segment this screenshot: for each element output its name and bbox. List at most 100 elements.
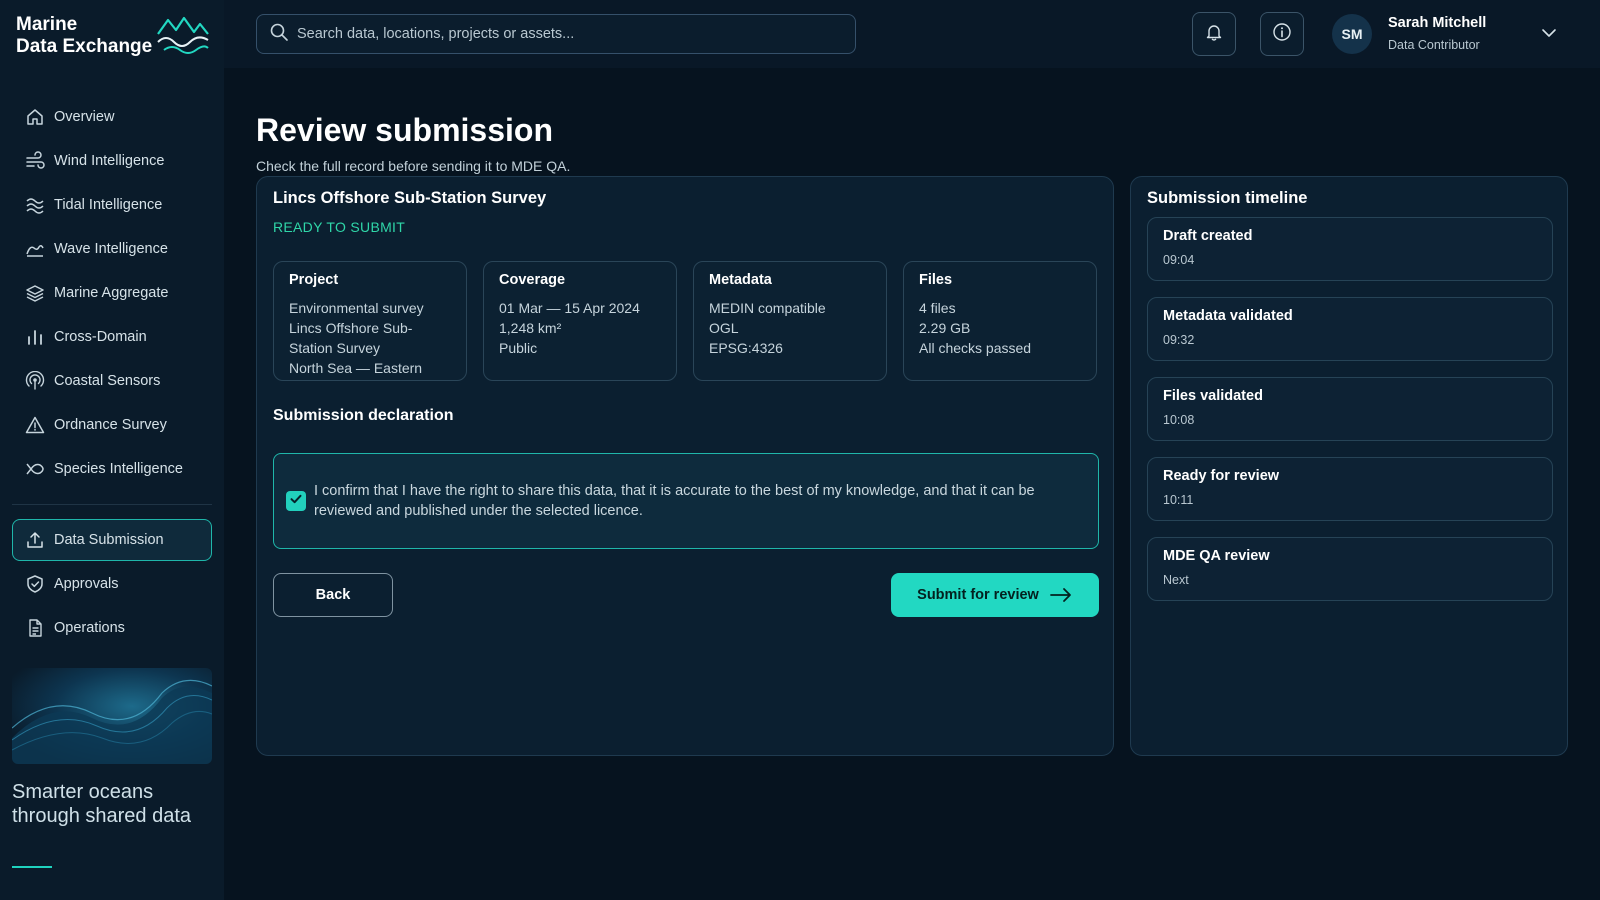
brand-line-2: Data Exchange: [16, 36, 153, 57]
declaration-box: I confirm that I have the right to share…: [273, 453, 1099, 549]
wave-icon: [24, 238, 46, 260]
sidebar-item-label: Tidal Intelligence: [54, 197, 163, 213]
sidebar-item-tidal[interactable]: Tidal Intelligence: [12, 184, 212, 226]
summary-value: OGL: [709, 320, 739, 336]
sidebar-divider: [12, 504, 212, 505]
summary-value: EPSG:4326: [709, 340, 783, 356]
timeline-step-time: 09:32: [1163, 333, 1195, 347]
page-subtitle: Check the full record before sending it …: [256, 158, 571, 174]
summary-value: 4 files: [919, 300, 956, 316]
layers-icon: [24, 282, 46, 304]
declaration-checkbox[interactable]: [286, 491, 306, 511]
timeline-step: MDE QA review Next: [1147, 537, 1553, 601]
sidebar-item-label: Overview: [54, 109, 115, 125]
user-name: Sarah Mitchell: [1388, 15, 1487, 31]
shield-check-icon: [24, 573, 46, 595]
search-icon: [269, 22, 289, 47]
timeline-step-title: Files validated: [1163, 388, 1263, 404]
declaration-text: I confirm that I have the right to share…: [314, 483, 1035, 519]
timeline-step-title: MDE QA review: [1163, 548, 1270, 564]
sidebar-item-label: Species Intelligence: [54, 461, 183, 477]
sidebar-item-label: Marine Aggregate: [54, 285, 169, 301]
summary-label: Metadata: [709, 272, 772, 288]
sidebar-item-label: Data Submission: [54, 532, 164, 548]
sidebar-item-label: Ordnance Survey: [54, 417, 167, 433]
sidebar-item-label: Wave Intelligence: [54, 241, 168, 257]
coverage-summary: Coverage 01 Mar — 15 Apr 2024 1,248 km² …: [483, 261, 677, 381]
sidebar-item-marine-aggregate[interactable]: Marine Aggregate: [12, 272, 212, 314]
sidebar-item-approvals[interactable]: Approvals: [12, 563, 212, 605]
sidebar-item-ordnance-survey[interactable]: Ordnance Survey: [12, 404, 212, 446]
project-summary: Project Environmental survey Lincs Offsh…: [273, 261, 467, 381]
avatar[interactable]: SM: [1332, 14, 1372, 54]
summary-value: Station Survey: [289, 340, 381, 356]
timeline-step: Files validated 10:08: [1147, 377, 1553, 441]
home-icon: [24, 106, 46, 128]
timeline-step-title: Metadata validated: [1163, 308, 1293, 324]
bars-icon: [24, 326, 46, 348]
summary-value: 2.29 GB: [919, 320, 971, 336]
summary-label: Files: [919, 272, 953, 288]
sidebar-item-label: Cross-Domain: [54, 329, 147, 345]
submit-for-review-button[interactable]: Submit for review: [891, 573, 1099, 617]
summary-label: Coverage: [499, 272, 566, 288]
timeline-step-time: 10:11: [1163, 493, 1194, 507]
timeline-step: Draft created 09:04: [1147, 217, 1553, 281]
wave-logo-icon: [157, 16, 209, 54]
sensor-icon: [24, 370, 46, 392]
topbar: SM Sarah Mitchell Data Contributor: [224, 0, 1600, 68]
brand-line-1: Marine: [16, 14, 78, 35]
submission-timeline-card: Submission timeline Draft created 09:04 …: [1130, 176, 1568, 756]
submit-label: Submit for review: [917, 587, 1039, 603]
sidebar-item-wind[interactable]: Wind Intelligence: [12, 140, 212, 182]
timeline-step: Metadata validated 09:32: [1147, 297, 1553, 361]
brand-tagline: Smarter oceans through shared data: [12, 781, 192, 827]
files-summary: Files 4 files 2.29 GB All checks passed: [903, 261, 1097, 381]
chevron-down-icon[interactable]: [1540, 24, 1558, 47]
ocean-wave-image: [12, 668, 212, 764]
summary-label: Project: [289, 272, 339, 288]
summary-value: Lincs Offshore Sub-: [289, 320, 413, 336]
sidebar-item-overview[interactable]: Overview: [12, 96, 212, 138]
status-badge: READY TO SUBMIT: [273, 219, 406, 235]
sidebar-item-label: Operations: [54, 620, 125, 636]
brand-logo[interactable]: Marine Data Exchange: [16, 14, 216, 62]
document-icon: [24, 617, 46, 639]
sidebar: Marine Data Exchange Overview Wind Intel…: [0, 0, 224, 900]
back-button[interactable]: Back: [273, 573, 393, 617]
timeline-step-title: Draft created: [1163, 228, 1253, 244]
upload-icon: [24, 529, 46, 551]
sidebar-item-label: Approvals: [54, 576, 119, 592]
tide-icon: [24, 194, 46, 216]
tagline-accent: [12, 866, 52, 868]
metadata-summary: Metadata MEDIN compatible OGL EPSG:4326: [693, 261, 887, 381]
timeline-title: Submission timeline: [1147, 189, 1308, 207]
info-button[interactable]: [1260, 12, 1304, 56]
sidebar-item-species-intelligence[interactable]: Species Intelligence: [12, 448, 212, 490]
timeline-step-time: 09:04: [1163, 253, 1195, 267]
declaration-title: Submission declaration: [273, 407, 454, 424]
submission-review-card: Lincs Offshore Sub- Station Survey READY …: [256, 176, 1114, 756]
arrow-right-icon: [1049, 587, 1073, 603]
search-input[interactable]: [297, 26, 855, 42]
sidebar-item-operations[interactable]: Operations: [12, 607, 212, 649]
info-icon: [1272, 22, 1292, 47]
sidebar-item-data-submission[interactable]: Data Submission: [12, 519, 212, 561]
notifications-button[interactable]: [1192, 12, 1236, 56]
timeline-step-title: Ready for review: [1163, 468, 1280, 484]
summary-value: 01 Mar — 15 Apr 2024: [499, 300, 640, 316]
user-role: Data Contributor: [1388, 38, 1480, 52]
sidebar-item-cross-domain[interactable]: Cross-Domain: [12, 316, 212, 358]
sidebar-item-coastal-sensors[interactable]: Coastal Sensors: [12, 360, 212, 402]
bell-icon: [1204, 22, 1224, 47]
timeline-step-time: Next: [1163, 573, 1189, 587]
check-icon: [289, 492, 303, 511]
sidebar-item-wave[interactable]: Wave Intelligence: [12, 228, 212, 270]
summary-value: 1,248 km²: [499, 320, 562, 336]
wind-icon: [24, 150, 46, 172]
summary-value: MEDIN compatible: [709, 300, 826, 316]
search-bar[interactable]: [256, 14, 856, 54]
timeline-step: Ready for review 10:11: [1147, 457, 1553, 521]
fish-icon: [24, 458, 46, 480]
sidebar-item-label: Wind Intelligence: [54, 153, 165, 169]
